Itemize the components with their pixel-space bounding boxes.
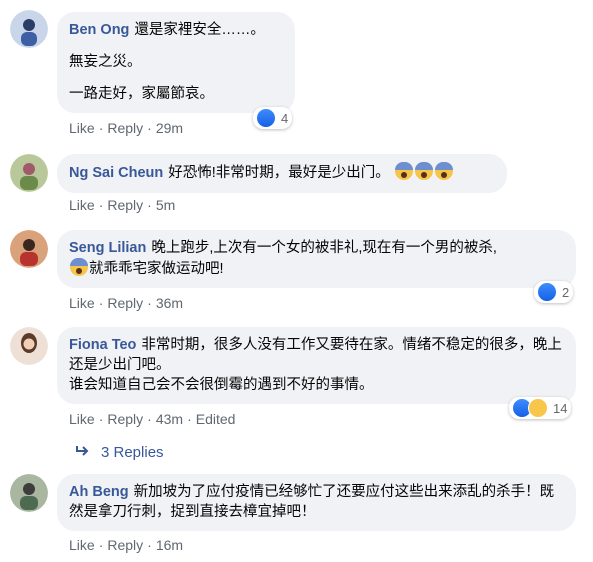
author-name[interactable]: Seng Lilian: [69, 240, 146, 256]
timestamp[interactable]: 43m: [156, 411, 183, 427]
screaming-face-icon: [434, 162, 453, 180]
screaming-face-icon: [70, 258, 88, 276]
reply-button[interactable]: Reply: [107, 537, 143, 553]
screaming-face-icon: [414, 162, 433, 180]
like-reaction-icon: [537, 282, 557, 302]
like-reaction-icon: [256, 108, 276, 128]
comment-actions: Like · Reply · 36m: [69, 295, 184, 311]
edited-label: Edited: [195, 411, 236, 427]
comment-text: 好恐怖!非常时期，最好是少出门。: [168, 165, 390, 181]
comment-text: 谁会知道自己会不会很倒霉的遇到不好的事情。: [69, 377, 374, 393]
reaction-count[interactable]: 4: [253, 107, 293, 129]
screaming-face-icon: [394, 162, 413, 180]
timestamp[interactable]: 16m: [156, 537, 183, 553]
comment-text: 新加坡为了应付疫情已经够忙了还要应付这些出来添乱的杀手！既然是拿刀行刺，捉到直接…: [69, 484, 555, 520]
comment-actions: Like · Reply · 16m: [69, 537, 184, 553]
author-name[interactable]: Ng Sai Cheun: [69, 165, 163, 181]
avatar[interactable]: [10, 474, 48, 512]
like-button[interactable]: Like: [69, 197, 95, 213]
reply-button[interactable]: Reply: [107, 197, 143, 213]
comment-actions: Like · Reply · 29m: [69, 120, 184, 136]
comment-text: 非常时期，很多人没有工作又要待在家。情绪不稳定的很多，晚上还是少出门吧。: [69, 337, 562, 373]
comment-text: 晚上跑步,上次有一个女的被非礼,现在有一个男的被杀,: [151, 240, 497, 256]
view-replies-link[interactable]: 3 Replies: [75, 444, 164, 461]
comment-bubble: Seng Lilian 晚上跑步,上次有一个女的被非礼,现在有一个男的被杀, 就乖…: [57, 230, 576, 288]
timestamp[interactable]: 36m: [156, 295, 183, 311]
reply-button[interactable]: Reply: [107, 411, 143, 427]
timestamp[interactable]: 5m: [156, 197, 175, 213]
author-name[interactable]: Ah Beng: [69, 484, 129, 500]
comment-bubble: Ah Beng 新加坡为了应付疫情已经够忙了还要应付这些出来添乱的杀手！既然是拿刀…: [57, 474, 576, 531]
reply-button[interactable]: Reply: [107, 295, 143, 311]
comment-bubble: Fiona Teo 非常时期，很多人没有工作又要待在家。情绪不稳定的很多，晚上还是…: [57, 327, 576, 404]
reply-arrow-icon: [75, 444, 89, 461]
comment-text: 一路走好，家屬節哀。: [69, 86, 214, 102]
avatar[interactable]: [10, 327, 48, 365]
avatar[interactable]: [10, 230, 48, 268]
comment-text: 無妄之災。: [69, 54, 142, 70]
like-button[interactable]: Like: [69, 411, 95, 427]
comment-bubble: Ben Ong 還是家裡安全……。 無妄之災。 一路走好，家屬節哀。: [57, 12, 295, 113]
author-name[interactable]: Ben Ong: [69, 22, 129, 38]
avatar[interactable]: [10, 10, 48, 48]
reaction-count[interactable]: 2: [534, 281, 574, 303]
comment-text: 就乖乖宅家做运动吧!: [89, 261, 224, 277]
like-button[interactable]: Like: [69, 537, 95, 553]
reply-button[interactable]: Reply: [107, 120, 143, 136]
sad-reaction-icon: [528, 398, 548, 418]
comment-bubble: Ng Sai Cheun 好恐怖!非常时期，最好是少出门。: [57, 154, 507, 193]
like-button[interactable]: Like: [69, 120, 95, 136]
author-name[interactable]: Fiona Teo: [69, 337, 136, 353]
comment-text: 還是家裡安全……。: [134, 22, 265, 38]
avatar[interactable]: [10, 154, 48, 192]
reaction-count[interactable]: 14: [509, 397, 572, 419]
like-button[interactable]: Like: [69, 295, 95, 311]
comment-actions: Like · Reply · 43m · Edited: [69, 411, 236, 427]
comment-actions: Like · Reply · 5m: [69, 197, 176, 213]
timestamp[interactable]: 29m: [156, 120, 183, 136]
